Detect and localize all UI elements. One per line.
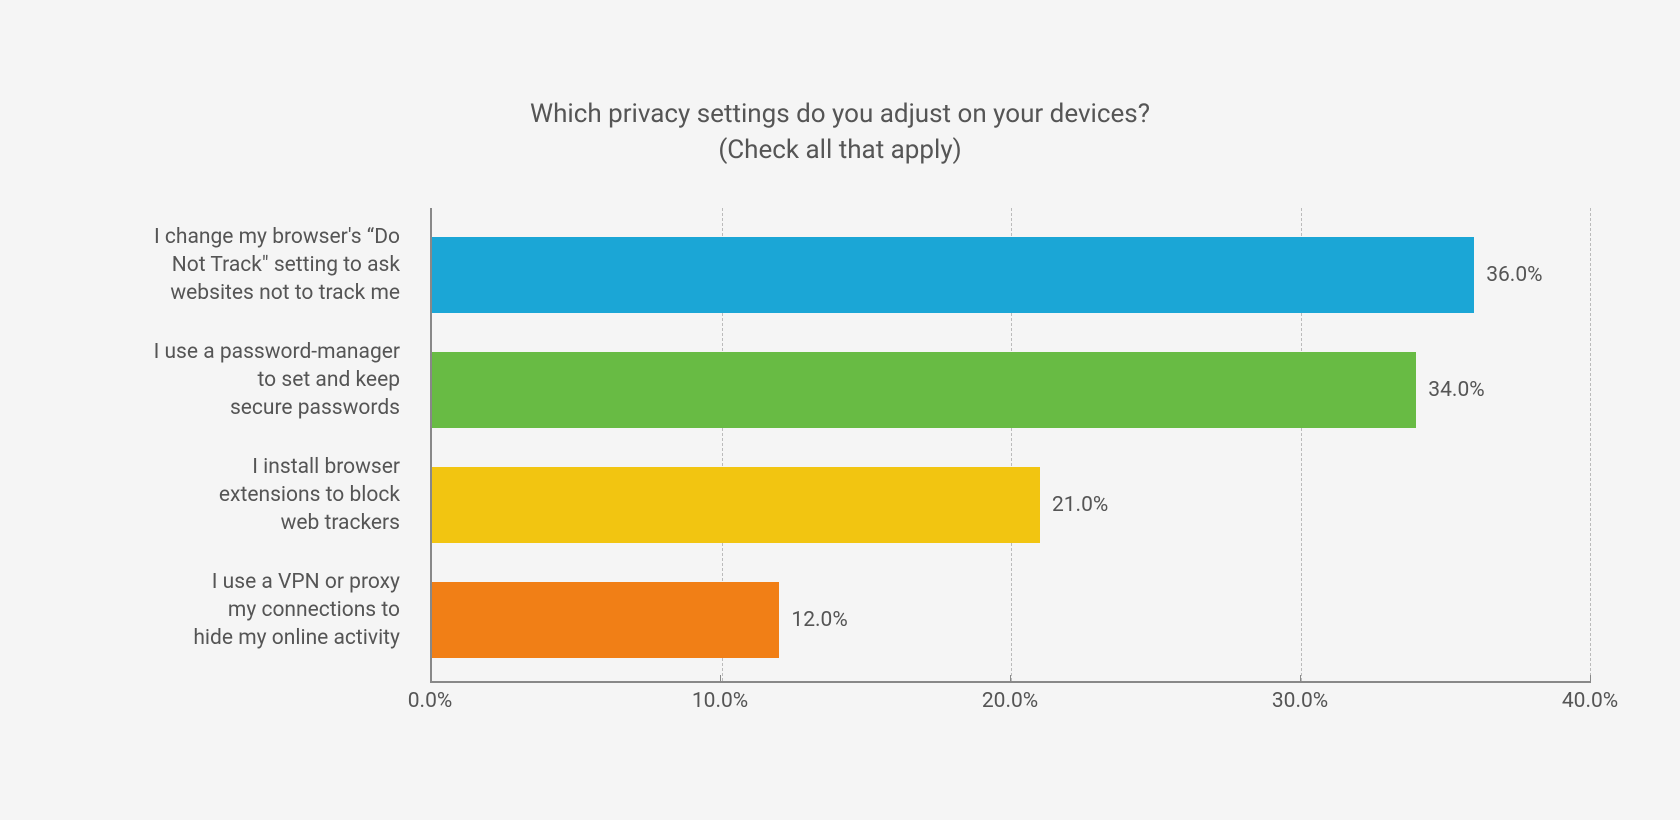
value-label-0: 36.0% <box>1486 263 1542 287</box>
x-tick-mark <box>1300 675 1301 683</box>
x-axis: 0.0%10.0%20.0%30.0%40.0% <box>430 683 1590 723</box>
bar-2 <box>432 467 1040 543</box>
x-tick-label: 10.0% <box>692 689 748 713</box>
y-label-3: I use a VPN or proxymy connections tohid… <box>90 553 430 668</box>
gridline <box>1590 208 1591 681</box>
x-tick-mark <box>720 675 721 683</box>
bar-3 <box>432 582 779 658</box>
y-label-1: I use a password-managerto set and keeps… <box>90 323 430 438</box>
bar-row-3: 12.0% <box>432 563 1590 678</box>
value-label-1: 34.0% <box>1428 378 1484 402</box>
bar-chart: Which privacy settings do you adjust on … <box>90 97 1590 722</box>
x-tick-mark <box>430 675 431 683</box>
bar-1 <box>432 352 1416 428</box>
chart-body: I change my browser's “DoNot Track" sett… <box>90 208 1590 683</box>
x-tick-label: 0.0% <box>408 689 453 713</box>
plot-area: 36.0% 34.0% 21.0% 12.0% <box>430 208 1590 683</box>
bar-row-2: 21.0% <box>432 448 1590 563</box>
y-label-2: I install browserextensions to blockweb … <box>90 438 430 553</box>
bar-row-0: 36.0% <box>432 218 1590 333</box>
y-axis-labels: I change my browser's “DoNot Track" sett… <box>90 208 430 683</box>
bar-0 <box>432 237 1474 313</box>
bar-row-1: 34.0% <box>432 333 1590 448</box>
x-tick-label: 40.0% <box>1562 689 1618 713</box>
x-tick-mark <box>1590 675 1591 683</box>
plot-inner: 36.0% 34.0% 21.0% 12.0% <box>432 208 1590 681</box>
value-label-3: 12.0% <box>791 608 847 632</box>
value-label-2: 21.0% <box>1052 493 1108 517</box>
x-tick-label: 20.0% <box>982 689 1038 713</box>
chart-title: Which privacy settings do you adjust on … <box>90 97 1590 167</box>
y-label-0: I change my browser's “DoNot Track" sett… <box>90 208 430 323</box>
x-tick-mark <box>1010 675 1011 683</box>
chart-title-text: Which privacy settings do you adjust on … <box>530 99 1150 164</box>
x-tick-label: 30.0% <box>1272 689 1328 713</box>
